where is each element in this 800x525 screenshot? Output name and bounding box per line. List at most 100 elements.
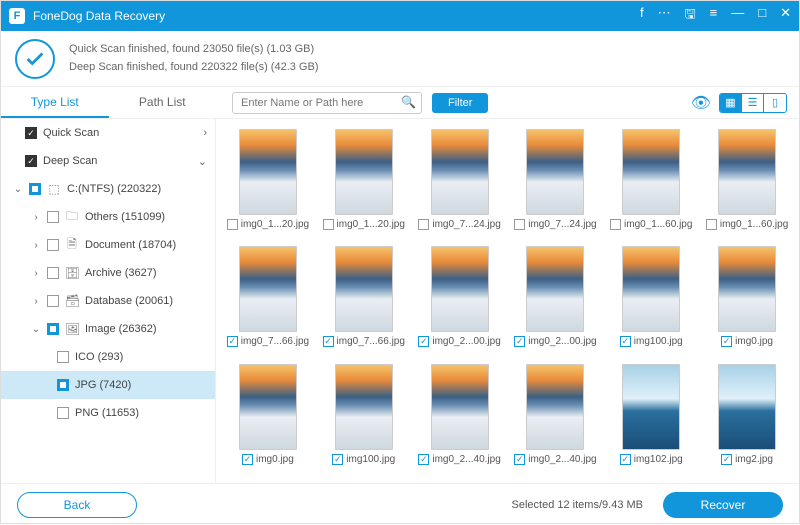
- file-checkbox[interactable]: [332, 454, 343, 465]
- search-input[interactable]: [232, 92, 422, 114]
- view-detail-icon[interactable]: ▯: [764, 94, 786, 112]
- tab-type-list[interactable]: Type List: [1, 88, 109, 118]
- status-panel: Quick Scan finished, found 23050 file(s)…: [1, 31, 799, 87]
- back-button[interactable]: Back: [17, 492, 137, 518]
- thumbnail-image: [526, 364, 584, 450]
- file-checkbox[interactable]: [514, 454, 525, 465]
- file-thumb[interactable]: img0.jpg: [701, 246, 793, 355]
- file-checkbox[interactable]: [620, 454, 631, 465]
- expand-icon: ›: [31, 240, 41, 251]
- save-icon[interactable]: 🖫: [685, 5, 696, 27]
- thumbnail-image: [718, 129, 776, 215]
- search-icon[interactable]: 🔍: [401, 95, 416, 109]
- file-name: img0_7...66.jpg: [241, 336, 309, 347]
- file-thumb[interactable]: img0_2...40.jpg: [414, 364, 506, 473]
- file-thumb[interactable]: img0_2...40.jpg: [510, 364, 602, 473]
- file-checkbox[interactable]: [242, 454, 253, 465]
- file-checkbox[interactable]: [514, 219, 525, 230]
- thumbnail-image: [622, 129, 680, 215]
- file-thumb[interactable]: img102.jpg: [605, 364, 697, 473]
- file-name: img100.jpg: [634, 336, 683, 347]
- file-thumb[interactable]: img0_1...60.jpg: [701, 129, 793, 238]
- file-grid: img0_1...20.jpg img0_1...20.jpg img0_7...2…: [216, 119, 799, 483]
- preview-toggle-icon[interactable]: 👁: [691, 93, 711, 113]
- sidebar-ico[interactable]: ICO (293): [1, 343, 215, 371]
- file-thumb[interactable]: img0_1...20.jpg: [318, 129, 410, 238]
- file-thumb[interactable]: img0_7...24.jpg: [510, 129, 602, 238]
- thumbnail-image: [431, 364, 489, 450]
- deep-scan-status: Deep Scan finished, found 220322 file(s)…: [69, 59, 318, 77]
- filter-button[interactable]: Filter: [432, 93, 488, 113]
- minimize-icon[interactable]: —: [731, 5, 744, 27]
- sidebar-jpg[interactable]: JPG (7420): [1, 371, 215, 399]
- sidebar-png[interactable]: PNG (11653): [1, 399, 215, 427]
- file-thumb[interactable]: img0_7...66.jpg: [222, 246, 314, 355]
- file-thumb[interactable]: img0_2...00.jpg: [414, 246, 506, 355]
- file-checkbox[interactable]: [514, 336, 525, 347]
- file-thumb[interactable]: img100.jpg: [605, 246, 697, 355]
- file-thumb[interactable]: img0_2...00.jpg: [510, 246, 602, 355]
- thumbnail-image: [622, 364, 680, 450]
- file-name: img0.jpg: [735, 336, 773, 347]
- file-checkbox[interactable]: [323, 219, 334, 230]
- sidebar-database[interactable]: › 🗃 Database (20061): [1, 287, 215, 315]
- archive-icon: 🗄: [65, 266, 79, 280]
- view-grid-icon[interactable]: ▦: [720, 94, 742, 112]
- view-list-icon[interactable]: ☰: [742, 94, 764, 112]
- file-checkbox[interactable]: [620, 336, 631, 347]
- file-thumb[interactable]: img0_1...60.jpg: [605, 129, 697, 238]
- sidebar-document[interactable]: › 🗎 Document (18704): [1, 231, 215, 259]
- thumbnail-image: [239, 246, 297, 332]
- facebook-icon[interactable]: f: [640, 5, 644, 27]
- file-name: img0_2...00.jpg: [528, 336, 596, 347]
- file-checkbox[interactable]: [706, 219, 717, 230]
- sidebar-archive[interactable]: › 🗄 Archive (3627): [1, 259, 215, 287]
- file-checkbox[interactable]: [721, 454, 732, 465]
- file-thumb[interactable]: img0_1...20.jpg: [222, 129, 314, 238]
- collapse-icon: ⌄: [31, 324, 41, 335]
- selection-info: Selected 12 items/9.43 MB: [512, 499, 643, 511]
- feedback-icon[interactable]: ⋯: [658, 5, 671, 27]
- thumbnail-image: [526, 129, 584, 215]
- app-title: FoneDog Data Recovery: [33, 9, 640, 23]
- file-thumb[interactable]: img0_7...66.jpg: [318, 246, 410, 355]
- thumbnail-image: [431, 129, 489, 215]
- file-name: img2.jpg: [735, 454, 773, 465]
- search-wrap: 🔍: [232, 92, 422, 114]
- sidebar-deep-scan[interactable]: Deep Scan ⌄: [1, 147, 215, 175]
- file-name: img0.jpg: [256, 454, 294, 465]
- database-icon: 🗃: [65, 294, 79, 308]
- sidebar-drive[interactable]: ⌄ ⬚ C:(NTFS) (220322): [1, 175, 215, 203]
- quick-scan-status: Quick Scan finished, found 23050 file(s)…: [69, 41, 318, 59]
- tab-path-list[interactable]: Path List: [109, 88, 217, 118]
- chevron-right-icon: ›: [203, 127, 207, 139]
- disk-icon: ⬚: [47, 182, 61, 196]
- file-thumb[interactable]: img0.jpg: [222, 364, 314, 473]
- app-logo: F: [9, 8, 25, 24]
- file-thumb[interactable]: img100.jpg: [318, 364, 410, 473]
- file-checkbox[interactable]: [721, 336, 732, 347]
- view-mode-switch: ▦ ☰ ▯: [719, 93, 787, 113]
- recover-button[interactable]: Recover: [663, 492, 783, 518]
- titlebar: F FoneDog Data Recovery f ⋯ 🖫 ≡ — □ ✕: [1, 1, 799, 31]
- file-checkbox[interactable]: [227, 336, 238, 347]
- file-checkbox[interactable]: [418, 454, 429, 465]
- sidebar-image[interactable]: ⌄ 🖼 Image (26362): [1, 315, 215, 343]
- sidebar: Quick Scan › Deep Scan ⌄ ⌄ ⬚ C:(NTFS) (2…: [1, 119, 216, 483]
- file-name: img0_1...20.jpg: [337, 219, 405, 230]
- file-checkbox[interactable]: [610, 219, 621, 230]
- maximize-icon[interactable]: □: [758, 5, 766, 27]
- file-checkbox[interactable]: [227, 219, 238, 230]
- file-checkbox[interactable]: [418, 219, 429, 230]
- file-thumb[interactable]: img0_7...24.jpg: [414, 129, 506, 238]
- thumbnail-image: [239, 129, 297, 215]
- thumbnail-image: [335, 129, 393, 215]
- close-icon[interactable]: ✕: [780, 5, 791, 27]
- sidebar-quick-scan[interactable]: Quick Scan ›: [1, 119, 215, 147]
- file-checkbox[interactable]: [323, 336, 334, 347]
- file-thumb[interactable]: img2.jpg: [701, 364, 793, 473]
- file-checkbox[interactable]: [418, 336, 429, 347]
- sidebar-others[interactable]: › 🗀 Others (151099): [1, 203, 215, 231]
- expand-icon: ›: [31, 268, 41, 279]
- menu-icon[interactable]: ≡: [710, 5, 718, 27]
